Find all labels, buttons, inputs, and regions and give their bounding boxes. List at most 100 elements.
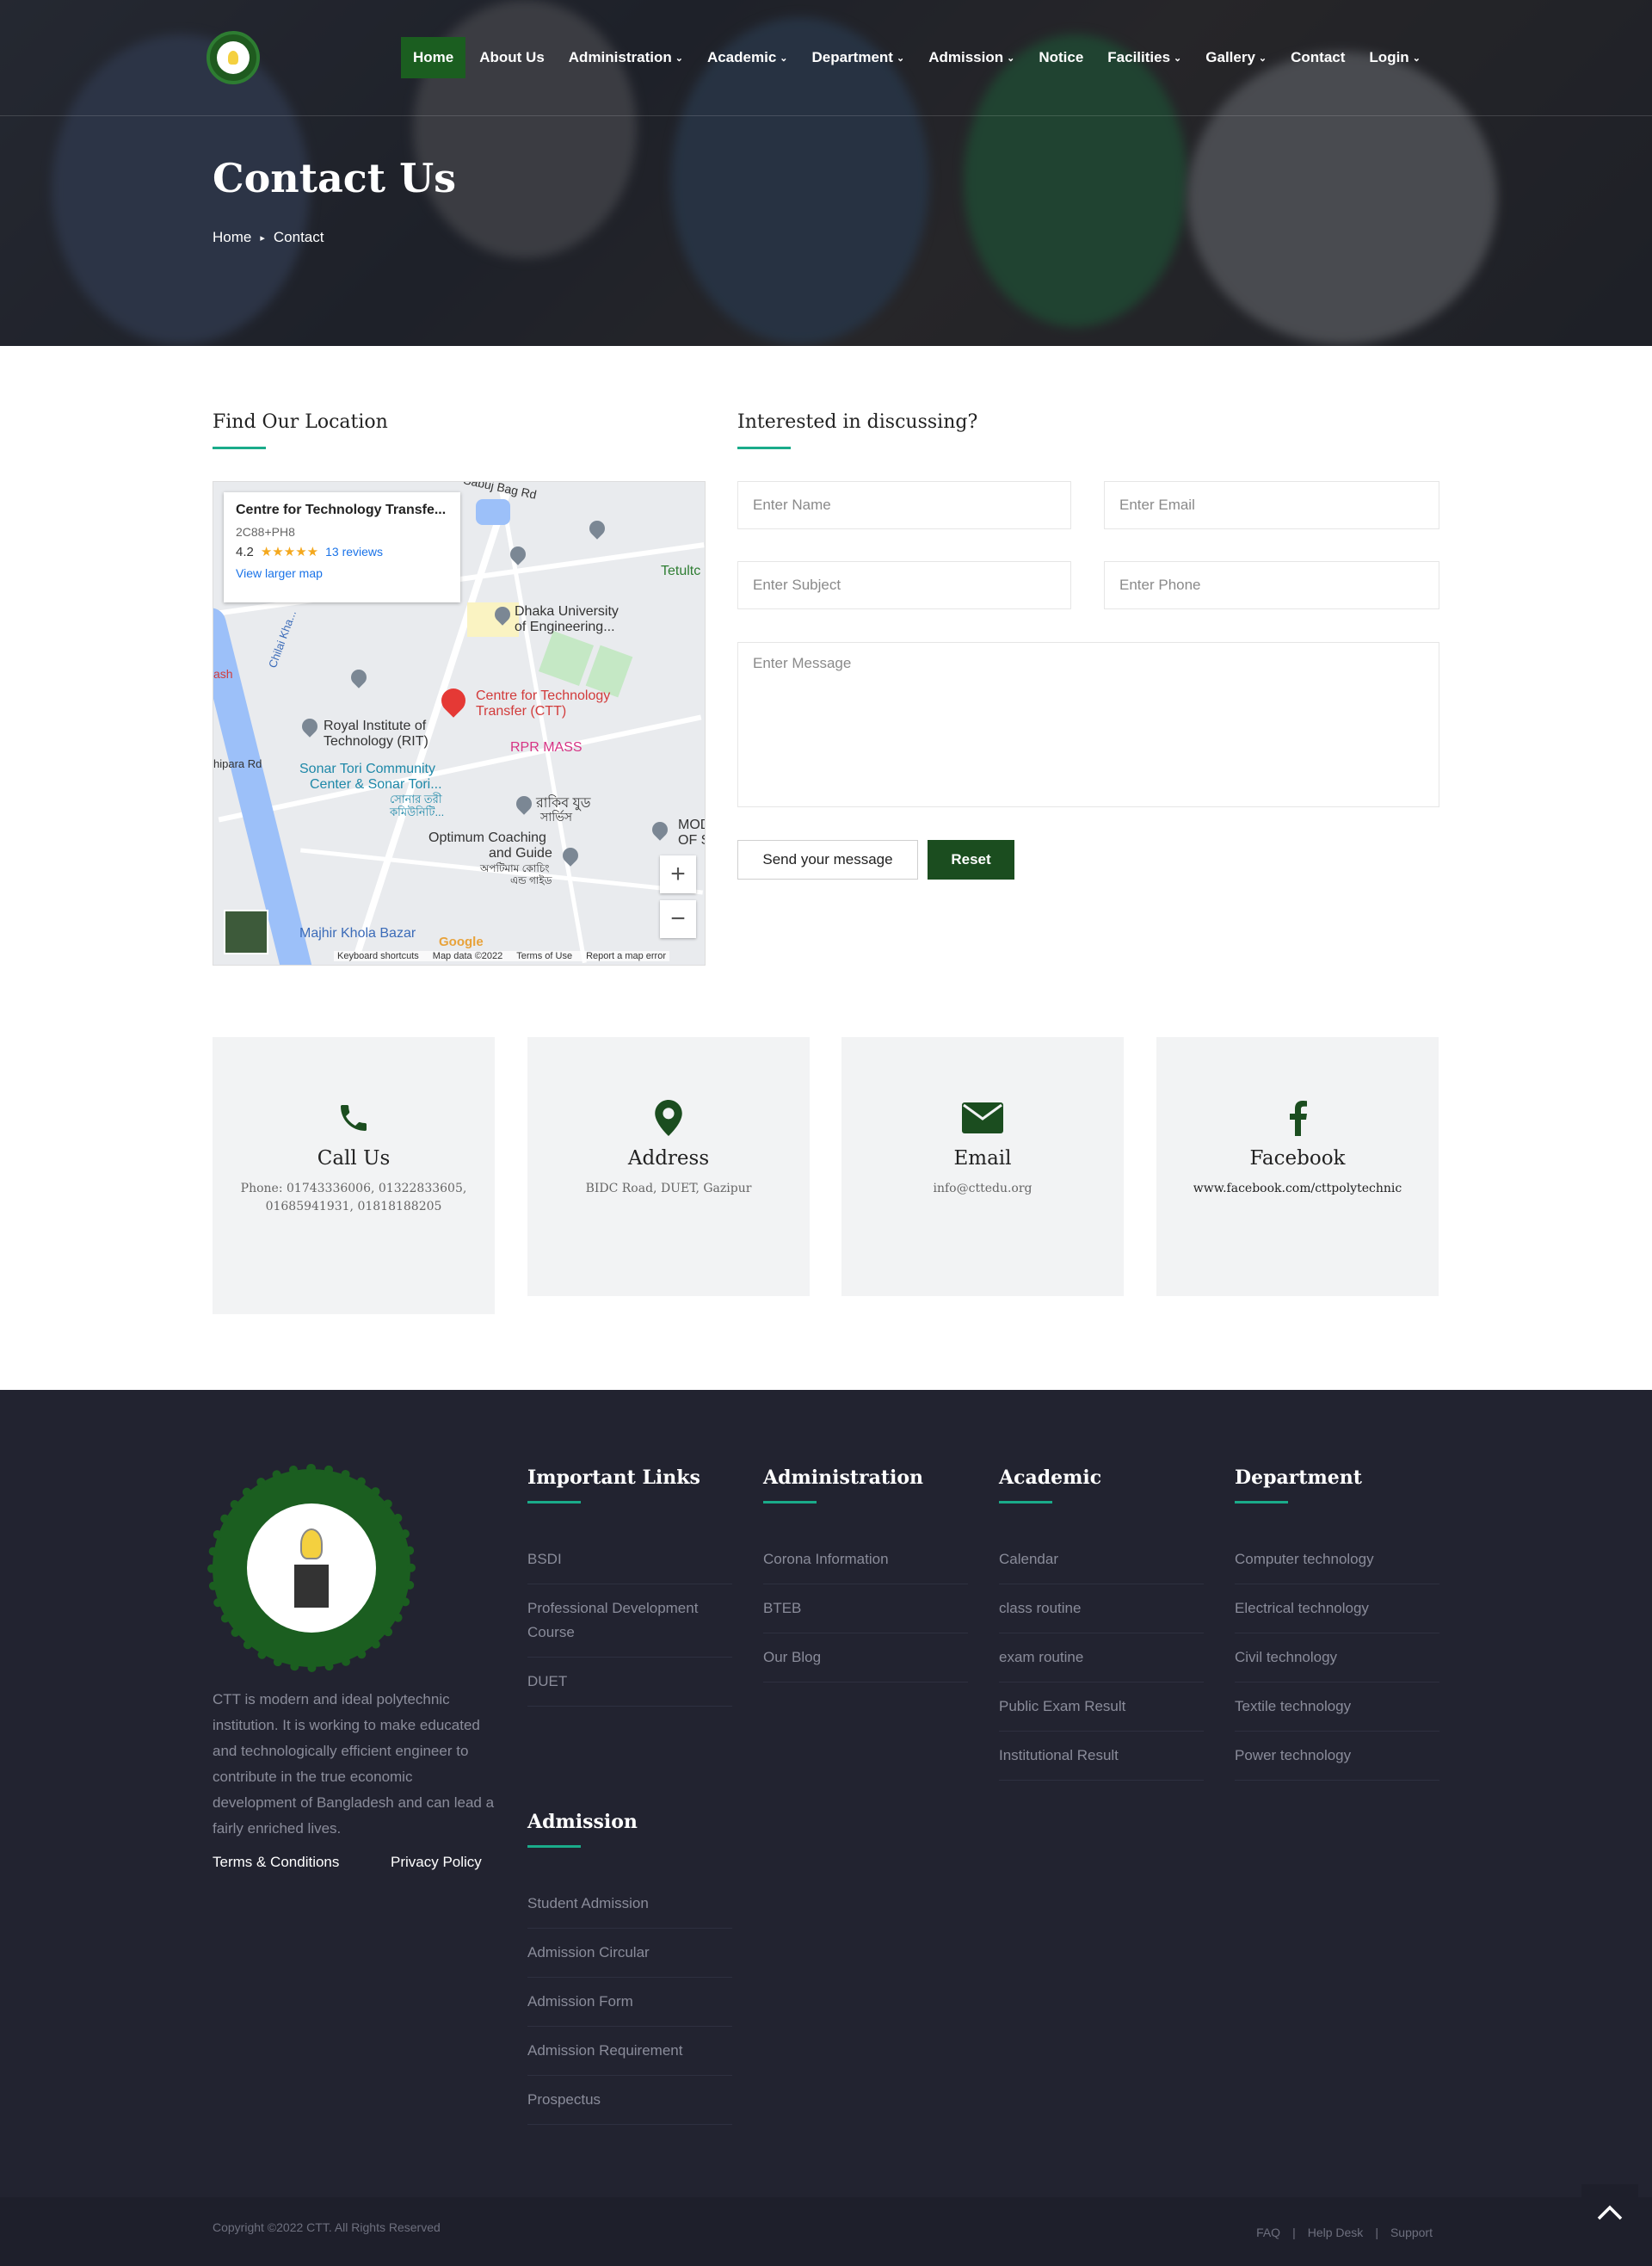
nav-item-label: Academic [706,49,777,65]
envelope-icon [841,1099,1124,1137]
nav-item-academic[interactable]: Academic ⌄ [695,37,800,78]
footer-link[interactable]: Institutional Result [999,1732,1204,1781]
map-label: OF S [678,833,705,848]
nav-item-label: Gallery [1205,49,1255,65]
chevron-down-icon: ⌄ [675,52,683,64]
important-links-heading: Important Links [527,1466,700,1489]
footer-link[interactable]: Admission Circular [527,1929,732,1978]
footer-link[interactable]: Calendar [999,1535,1204,1584]
map-reviews-link[interactable]: 13 reviews [325,545,383,559]
heading-underline [213,447,266,449]
nav-item-notice[interactable]: Notice [1026,37,1095,78]
footer-link[interactable]: Civil technology [1235,1633,1439,1683]
footer-link[interactable]: Admission Form [527,1978,732,2027]
separator: | [1292,2226,1296,2239]
footer-link[interactable]: class routine [999,1584,1204,1633]
chevron-down-icon: ⌄ [1007,52,1015,64]
footer-link[interactable]: Computer technology [1235,1535,1439,1584]
heading-underline [1235,1501,1288,1503]
map-footer-link[interactable]: Report a map error [586,951,666,961]
map-label: ash [213,667,233,681]
map-pin-icon [348,666,370,688]
map-footer-link[interactable]: Keyboard shortcuts [337,951,419,961]
nav-item-administration[interactable]: Administration ⌄ [557,37,695,78]
chevron-down-icon: ⌄ [780,52,788,64]
name-field[interactable] [737,481,1071,529]
footer-link[interactable]: BSDI [527,1535,732,1584]
nav-item-about-us[interactable]: About Us [467,37,557,78]
footer-bottom-link[interactable]: Help Desk [1308,2226,1364,2239]
google-logo: Google [439,935,484,949]
footer-link[interactable]: Textile technology [1235,1683,1439,1732]
footer-bottom-link[interactable]: FAQ [1256,2226,1280,2239]
map-rating-value: 4.2 [236,544,254,559]
map-place-card: Centre for Technology Transfe... 2C88+PH… [224,492,460,602]
site-logo[interactable] [206,31,260,84]
map-label: of Engineering... [515,620,615,634]
map-pin-icon [649,818,671,841]
terms-link[interactable]: Terms & Conditions [213,1854,339,1871]
privacy-link[interactable]: Privacy Policy [391,1854,482,1871]
nav-item-home[interactable]: Home [401,37,466,78]
view-larger-map-link[interactable]: View larger map [236,566,448,580]
email-field[interactable] [1104,481,1439,529]
subject-field[interactable] [737,561,1071,609]
scroll-to-top-button[interactable] [1581,2184,1638,2241]
nav-item-label: Admission [928,49,1004,65]
admission-links-list: Student Admission Admission Circular Admis… [527,1880,732,2125]
phone-field[interactable] [1104,561,1439,609]
footer-link[interactable]: BTEB [763,1584,968,1633]
nav-item-contact[interactable]: Contact [1279,37,1357,78]
important-links-list: BSDI Professional Development Course DUET [527,1535,732,1707]
chevron-down-icon: ⌄ [896,52,905,64]
reset-button[interactable]: Reset [928,840,1014,880]
facebook-link[interactable]: www.facebook.com/cttpolytechnic [1156,1180,1439,1198]
map-footer-link[interactable]: Terms of Use [516,951,572,961]
nav-item-facilities[interactable]: Facilities ⌄ [1095,37,1193,78]
card-value: BIDC Road, DUET, Gazipur [585,1182,752,1195]
nav-item-label: Contact [1291,49,1346,65]
copyright-text: Copyright ©2022 CTT. All Rights Reserved [213,2220,441,2234]
nav-item-department[interactable]: Department ⌄ [800,37,917,78]
nav-item-login[interactable]: Login ⌄ [1357,37,1432,78]
nav-item-admission[interactable]: Admission ⌄ [916,37,1026,78]
nav-item-gallery[interactable]: Gallery ⌄ [1193,37,1279,78]
map-label: Sonar Tori Community [299,762,435,776]
footer-bottom-links: FAQ | Help Desk | Support [1256,2226,1433,2239]
administration-links-list: Corona Information BTEB Our Blog [763,1535,968,1683]
footer-link[interactable]: DUET [527,1658,732,1707]
google-map[interactable]: Centre for Technology Transfe... 2C88+PH… [213,481,706,966]
card-value: info@cttedu.org [933,1182,1032,1195]
footer-logo[interactable] [207,1464,416,1672]
message-field[interactable] [737,642,1439,807]
zoom-out-button[interactable]: − [660,900,696,938]
footer-link[interactable]: Professional Development Course [527,1584,732,1658]
breadcrumb-home[interactable]: Home [213,229,251,246]
send-message-button[interactable]: Send your message [737,840,918,880]
footer-link[interactable]: exam routine [999,1633,1204,1683]
contact-card-address: Address BIDC Road, DUET, Gazipur [527,1037,810,1296]
map-footer-link[interactable]: Map data ©2022 [433,951,503,961]
satellite-toggle[interactable] [224,910,268,954]
main-navbar: Home About Us Administration ⌄ Academic ⌄ Depa… [0,0,1652,116]
map-label: Majhir Khola Bazar [299,926,416,941]
map-label: Optimum Coaching [428,830,546,845]
map-footer: Keyboard shortcuts Map data ©2022 Terms of… [334,951,670,961]
footer-link[interactable]: Our Blog [763,1633,968,1683]
location-heading: Find Our Location [213,411,388,433]
chevron-down-icon: ⌄ [1412,52,1421,64]
footer-link[interactable]: Admission Requirement [527,2027,732,2076]
footer-link[interactable]: Power technology [1235,1732,1439,1781]
map-label: Center & Sonar Tori... [310,777,442,792]
map-water [476,499,510,525]
footer-link[interactable]: Prospectus [527,2076,732,2125]
footer-link[interactable]: Student Admission [527,1880,732,1929]
footer-bottom-link[interactable]: Support [1390,2226,1433,2239]
academic-links-list: Calendar class routine exam routine Public … [999,1535,1204,1781]
footer-link[interactable]: Corona Information [763,1535,968,1584]
card-title: Call Us [317,1147,391,1170]
zoom-in-button[interactable]: + [660,855,696,893]
map-label: RPR MASS [510,740,583,755]
footer-link[interactable]: Electrical technology [1235,1584,1439,1633]
footer-link[interactable]: Public Exam Result [999,1683,1204,1732]
